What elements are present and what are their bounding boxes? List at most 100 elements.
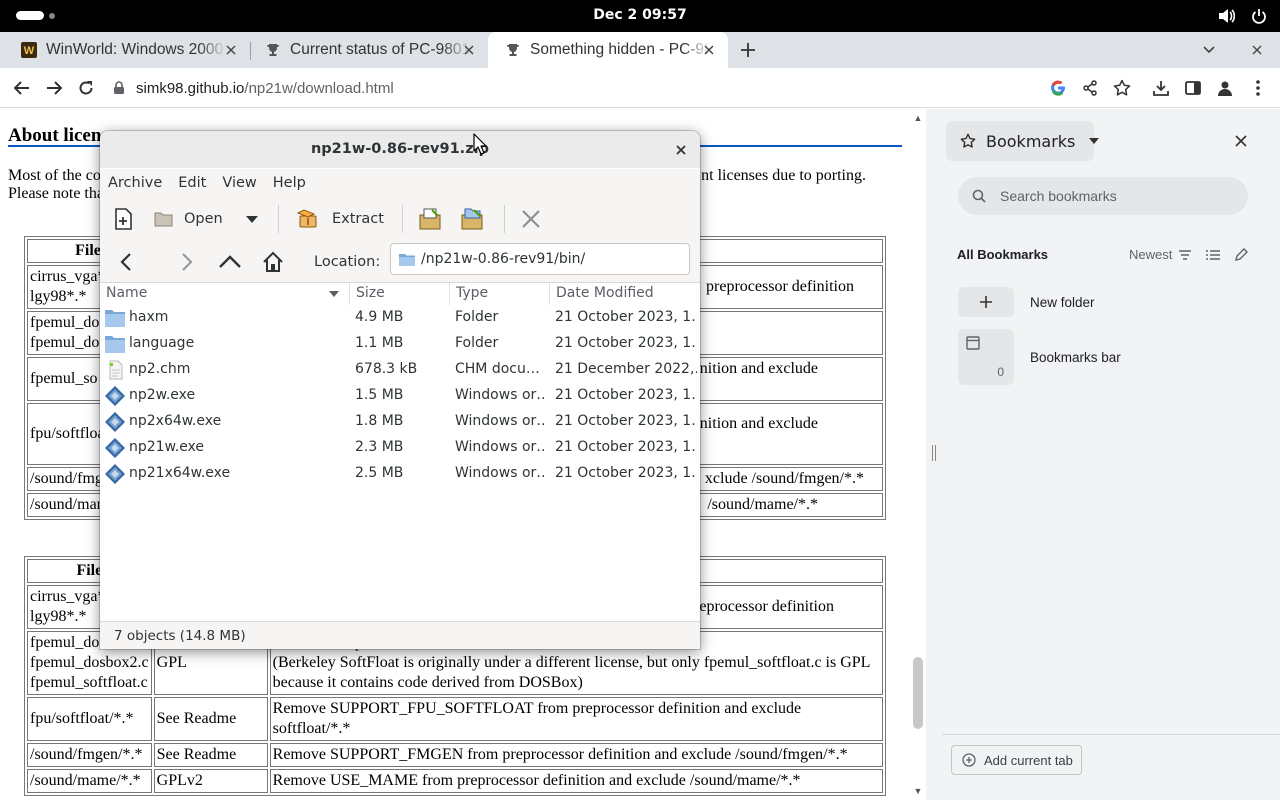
edit-pencil-icon[interactable] xyxy=(1231,245,1251,265)
file-row[interactable]: np2x64w.exe 1.8 MB Windows or… 21 Octobe… xyxy=(100,409,700,435)
list-view-icon[interactable] xyxy=(1203,245,1223,265)
tab-current-status[interactable]: Current status of PC-9801 xyxy=(248,32,488,68)
bookmarks-search-input[interactable] xyxy=(1000,188,1230,204)
column-size[interactable]: Size xyxy=(350,283,450,305)
site-info-icon[interactable] xyxy=(112,81,126,95)
chevron-left-icon xyxy=(120,253,131,271)
sort-filter-icon[interactable] xyxy=(1175,245,1195,265)
volume-icon xyxy=(1216,5,1238,27)
open-folder-icon xyxy=(154,212,173,227)
scrollbar-thumb[interactable] xyxy=(913,657,923,729)
add-folder-icon xyxy=(461,208,483,230)
file-size: 1.5 MB xyxy=(355,387,404,403)
stop-button[interactable] xyxy=(520,205,542,233)
bookmarks-list-header: All Bookmarks Newest xyxy=(942,243,1280,267)
file-type: Windows or… xyxy=(455,387,547,403)
executable-icon xyxy=(105,464,125,484)
scroll-up-arrow-icon[interactable]: ▲ xyxy=(913,113,923,123)
column-name[interactable]: Name xyxy=(100,283,350,305)
all-bookmarks-label: All Bookmarks xyxy=(957,247,1049,262)
file-row[interactable]: np2.chm 678.3 kB CHM docu… 21 December 2… xyxy=(100,357,700,383)
nav-forward-button[interactable] xyxy=(173,249,201,275)
new-folder-item[interactable]: New folder xyxy=(958,287,1268,317)
extract-button[interactable]: Extract xyxy=(296,205,384,233)
cell-license: See Readme xyxy=(153,697,268,741)
menu-kebab-icon[interactable] xyxy=(1245,75,1271,101)
add-current-tab-button[interactable]: Add current tab xyxy=(951,745,1082,775)
file-row[interactable]: np2w.exe 1.5 MB Windows or… 21 October 2… xyxy=(100,383,700,409)
file-date: 21 October 2023, 1… xyxy=(555,309,697,325)
column-type[interactable]: Type xyxy=(450,283,550,305)
file-size: 2.3 MB xyxy=(355,439,404,455)
open-button[interactable]: Open xyxy=(154,205,223,233)
google-lens-icon[interactable] xyxy=(1045,75,1071,101)
side-panel-divider xyxy=(942,734,1280,735)
tab-close-icon[interactable] xyxy=(700,41,718,59)
window-close-icon[interactable] xyxy=(1246,39,1268,61)
side-panel-close-icon[interactable] xyxy=(1230,130,1252,152)
address-bar[interactable]: simk98.github.io/np21w/download.html xyxy=(112,73,1042,103)
profile-avatar-icon[interactable] xyxy=(1212,75,1238,101)
open-dropdown-arrow-icon[interactable] xyxy=(246,205,258,233)
side-panel-icon[interactable] xyxy=(1180,75,1206,101)
scroll-down-arrow-icon[interactable]: ▼ xyxy=(913,786,923,796)
bookmarks-bar-folder[interactable]: 0 Bookmarks bar xyxy=(958,329,1268,385)
menu-view[interactable]: View xyxy=(214,175,264,191)
file-row[interactable]: np21x64w.exe 2.5 MB Windows or… 21 Octob… xyxy=(100,461,700,487)
page-scrollbar[interactable]: ▲ ▼ xyxy=(910,109,926,800)
add-files-button[interactable] xyxy=(418,205,444,233)
tab-winworld[interactable]: W WinWorld: Windows 2000 xyxy=(4,32,250,68)
side-panel-selector[interactable]: Bookmarks xyxy=(946,121,1100,161)
nav-home-button[interactable] xyxy=(259,249,287,275)
column-date-modified[interactable]: Date Modified xyxy=(550,283,700,305)
clock[interactable]: Dec 2 09:57 xyxy=(0,7,1280,23)
folder-icon xyxy=(105,336,125,353)
share-icon[interactable] xyxy=(1077,75,1103,101)
forward-button[interactable] xyxy=(41,75,67,101)
tab-search-chevron-icon[interactable] xyxy=(1198,39,1220,61)
new-tab-button[interactable] xyxy=(736,38,760,62)
archive-close-icon[interactable] xyxy=(672,141,690,159)
para-line-1-right: nt licenses due to porting. xyxy=(701,167,866,184)
menu-edit[interactable]: Edit xyxy=(170,175,214,191)
location-field[interactable]: /np21w-0.86-rev91/bin/ xyxy=(390,243,690,275)
system-top-bar: Dec 2 09:57 xyxy=(0,0,1280,32)
nav-back-button[interactable] xyxy=(112,249,140,275)
nav-up-button[interactable] xyxy=(216,249,244,275)
reload-button[interactable] xyxy=(73,75,99,101)
add-folder-button[interactable] xyxy=(460,205,486,233)
downloads-icon[interactable] xyxy=(1148,75,1174,101)
file-row[interactable]: np21w.exe 2.3 MB Windows or… 21 October … xyxy=(100,435,700,461)
tab-something-hidden[interactable]: Something hidden - PC-9801 xyxy=(488,32,728,68)
bookmark-star-icon[interactable] xyxy=(1109,75,1135,101)
file-type: CHM docu… xyxy=(455,361,540,377)
menu-archive[interactable]: Archive xyxy=(100,175,170,191)
tab-close-icon[interactable] xyxy=(222,41,240,59)
executable-icon xyxy=(105,438,125,458)
side-panel-resize-handle[interactable] xyxy=(926,109,942,800)
bookmarks-bar-tile: 0 xyxy=(958,329,1014,385)
star-icon xyxy=(960,133,976,149)
new-archive-button[interactable] xyxy=(112,205,136,233)
reload-icon xyxy=(79,81,93,95)
table-row: /sound/mame/*.* GPLv2 Remove USE_MAME from… xyxy=(27,769,883,793)
menu-help[interactable]: Help xyxy=(265,175,314,191)
section-heading: About licen xyxy=(8,125,102,146)
tab-close-icon[interactable] xyxy=(460,41,478,59)
back-button[interactable] xyxy=(9,75,35,101)
side-panel-header: Bookmarks xyxy=(942,121,1280,161)
file-row[interactable]: language 1.1 MB Folder 21 October 2023, … xyxy=(100,331,700,357)
sort-dropdown[interactable]: Newest xyxy=(1129,247,1172,262)
executable-icon xyxy=(105,386,125,406)
workspace-dot xyxy=(49,12,55,19)
bookmarks-search-box[interactable] xyxy=(958,177,1248,215)
activities-indicator[interactable] xyxy=(16,11,55,20)
system-status-area[interactable] xyxy=(1216,5,1270,27)
home-icon xyxy=(263,251,283,272)
archive-window-title[interactable]: np21w-0.86-rev91.zip xyxy=(100,131,700,168)
chevron-right-icon xyxy=(182,253,193,271)
file-row[interactable]: haxm 4.9 MB Folder 21 October 2023, 1… xyxy=(100,305,700,331)
file-name: np21w.exe xyxy=(129,439,205,455)
file-type: Windows or… xyxy=(455,413,547,429)
drag-grip-icon xyxy=(932,445,936,461)
